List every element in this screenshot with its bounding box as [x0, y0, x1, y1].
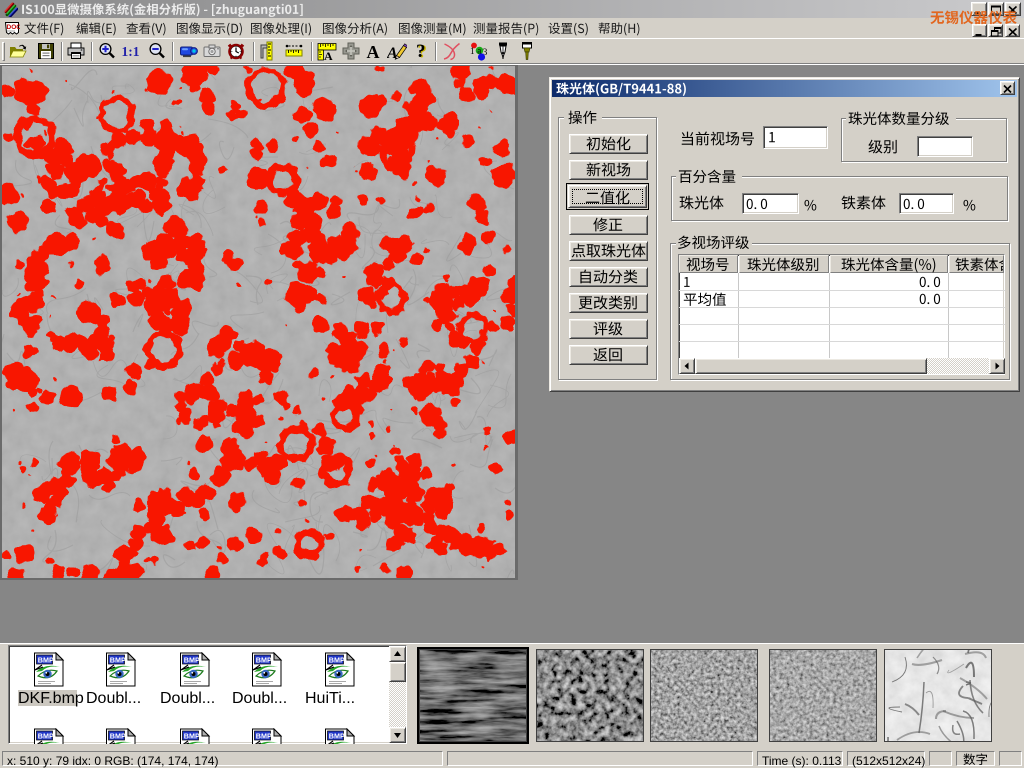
svg-text:BMP: BMP [329, 655, 345, 664]
svg-text:BMP: BMP [184, 655, 200, 664]
svg-text:BMP: BMP [256, 655, 272, 664]
svg-text:BMP: BMP [256, 731, 272, 740]
svg-text:?: ? [416, 41, 426, 61]
svg-text:BMP: BMP [329, 731, 345, 740]
svg-text:BMP: BMP [38, 655, 54, 664]
svg-text:A: A [324, 49, 333, 61]
svg-text:1:1: 1:1 [122, 44, 140, 59]
svg-text:1: 1 [470, 46, 475, 56]
svg-text:DOC: DOC [7, 24, 21, 31]
svg-text:BMP: BMP [38, 731, 54, 740]
svg-text:BMP: BMP [110, 655, 126, 664]
svg-text:BMP: BMP [184, 731, 200, 740]
svg-text:BMP: BMP [110, 731, 126, 740]
svg-text:A: A [367, 42, 380, 61]
